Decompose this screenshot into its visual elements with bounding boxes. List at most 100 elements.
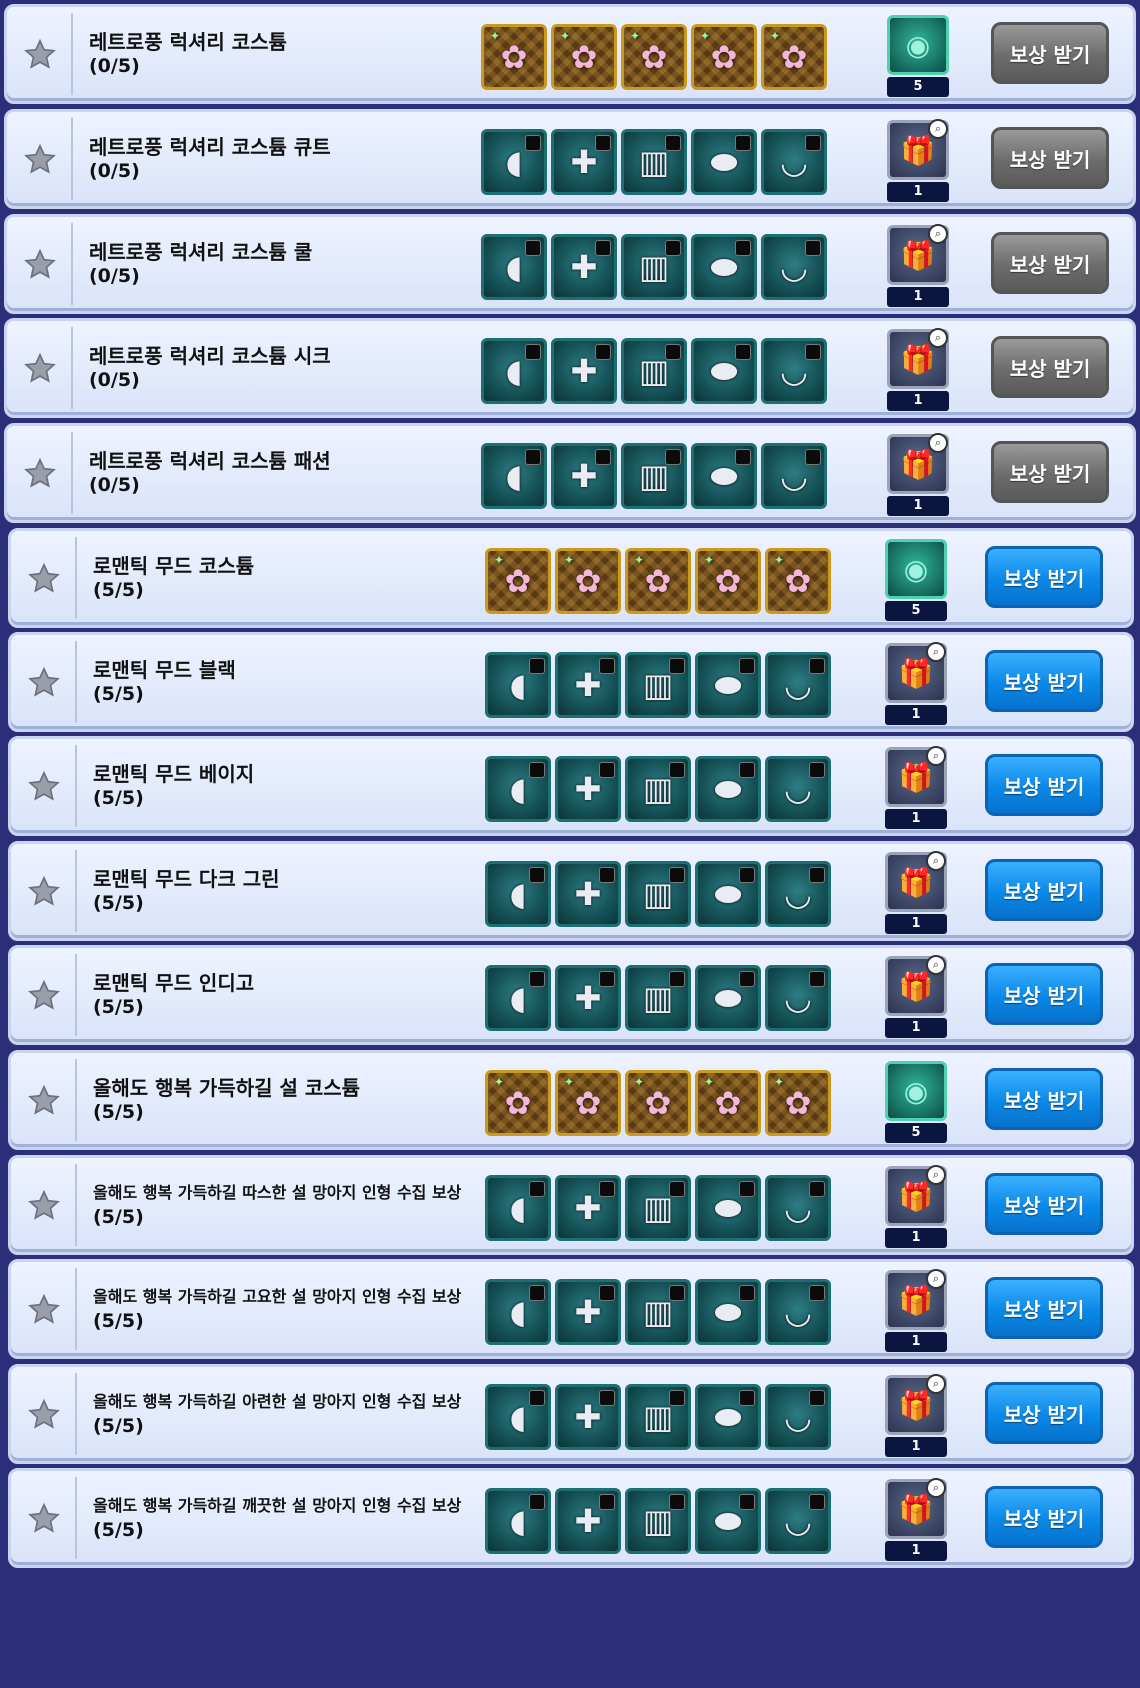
reward-item-icon[interactable]: 🎁 ⌕ bbox=[885, 1478, 947, 1539]
magnifier-icon[interactable]: ⌕ bbox=[926, 1269, 946, 1289]
collection-item-slot[interactable]: ✿ ✦ bbox=[765, 1070, 831, 1136]
magnifier-icon[interactable]: ⌕ bbox=[928, 119, 948, 139]
collection-item-slot[interactable]: ✿ ✦ bbox=[765, 548, 831, 614]
collection-item-slot[interactable]: ✿ ✦ bbox=[691, 24, 757, 90]
collection-item-slot[interactable]: ▥ bbox=[621, 443, 687, 509]
collection-item-slot[interactable]: ✚ bbox=[555, 1384, 621, 1450]
collection-item-slot[interactable]: ✿ ✦ bbox=[485, 548, 551, 614]
claim-reward-button[interactable]: 보상 받기 bbox=[991, 232, 1109, 294]
collection-item-slot[interactable]: ✿ ✦ bbox=[695, 1070, 761, 1136]
collection-item-slot[interactable]: ◡ bbox=[765, 1279, 831, 1345]
collection-item-slot[interactable]: ◡ bbox=[765, 1488, 831, 1554]
collection-item-slot[interactable]: ✚ bbox=[555, 965, 621, 1031]
favorite-toggle[interactable] bbox=[11, 1164, 77, 1246]
collection-item-slot[interactable]: ◖ bbox=[485, 652, 551, 718]
collection-item-slot[interactable]: ✿ ✦ bbox=[485, 1070, 551, 1136]
collection-item-slot[interactable]: ◡ bbox=[765, 652, 831, 718]
favorite-toggle[interactable] bbox=[11, 537, 77, 619]
collection-item-slot[interactable]: ◡ bbox=[765, 1175, 831, 1241]
collection-item-slot[interactable]: ⬬ bbox=[691, 338, 757, 404]
collection-item-slot[interactable]: ✿ ✦ bbox=[621, 24, 687, 90]
collection-item-slot[interactable]: ◡ bbox=[761, 129, 827, 195]
collection-item-slot[interactable]: ✚ bbox=[555, 756, 621, 822]
claim-reward-button[interactable]: 보상 받기 bbox=[985, 754, 1103, 816]
reward-item-icon[interactable]: 🎁 ⌕ bbox=[887, 119, 949, 180]
favorite-toggle[interactable] bbox=[11, 1373, 77, 1455]
collection-item-slot[interactable]: ▥ bbox=[625, 1488, 691, 1554]
collection-item-slot[interactable]: ◡ bbox=[765, 965, 831, 1031]
reward-item-icon[interactable]: 🎁 ⌕ bbox=[885, 1269, 947, 1330]
collection-item-slot[interactable]: ▥ bbox=[625, 652, 691, 718]
collection-item-slot[interactable]: ✚ bbox=[555, 1279, 621, 1345]
collection-item-slot[interactable]: ▥ bbox=[621, 129, 687, 195]
claim-reward-button[interactable]: 보상 받기 bbox=[985, 1277, 1103, 1339]
collection-item-slot[interactable]: ◖ bbox=[485, 861, 551, 927]
collection-item-slot[interactable]: ◡ bbox=[761, 443, 827, 509]
collection-item-slot[interactable]: ⬬ bbox=[695, 1488, 761, 1554]
collection-item-slot[interactable]: ✚ bbox=[555, 652, 621, 718]
magnifier-icon[interactable]: ⌕ bbox=[926, 851, 946, 871]
collection-item-slot[interactable]: ▥ bbox=[621, 338, 687, 404]
magnifier-icon[interactable]: ⌕ bbox=[926, 642, 946, 662]
collection-item-slot[interactable]: ✚ bbox=[551, 443, 617, 509]
favorite-toggle[interactable] bbox=[11, 1477, 77, 1559]
favorite-toggle[interactable] bbox=[7, 13, 73, 95]
collection-item-slot[interactable]: ✚ bbox=[551, 129, 617, 195]
collection-item-slot[interactable]: ◖ bbox=[481, 443, 547, 509]
collection-item-slot[interactable]: ✿ ✦ bbox=[761, 24, 827, 90]
collection-item-slot[interactable]: ▥ bbox=[625, 1279, 691, 1345]
collection-item-slot[interactable]: ⬬ bbox=[695, 1384, 761, 1450]
claim-reward-button[interactable]: 보상 받기 bbox=[985, 963, 1103, 1025]
claim-reward-button[interactable]: 보상 받기 bbox=[991, 127, 1109, 189]
collection-item-slot[interactable]: ◖ bbox=[481, 129, 547, 195]
claim-reward-button[interactable]: 보상 받기 bbox=[985, 1068, 1103, 1130]
collection-item-slot[interactable]: ◡ bbox=[761, 234, 827, 300]
collection-item-slot[interactable]: ⬬ bbox=[695, 1279, 761, 1345]
magnifier-icon[interactable]: ⌕ bbox=[926, 1478, 946, 1498]
magnifier-icon[interactable]: ⌕ bbox=[928, 328, 948, 348]
favorite-toggle[interactable] bbox=[11, 1268, 77, 1350]
collection-item-slot[interactable]: ▥ bbox=[625, 965, 691, 1031]
collection-item-slot[interactable]: ✿ ✦ bbox=[625, 1070, 691, 1136]
magnifier-icon[interactable]: ⌕ bbox=[926, 1165, 946, 1185]
collection-item-slot[interactable]: ◖ bbox=[485, 1279, 551, 1345]
collection-item-slot[interactable]: ✿ ✦ bbox=[555, 1070, 621, 1136]
claim-reward-button[interactable]: 보상 받기 bbox=[991, 336, 1109, 398]
collection-item-slot[interactable]: ◡ bbox=[761, 338, 827, 404]
magnifier-icon[interactable]: ⌕ bbox=[928, 224, 948, 244]
collection-item-slot[interactable]: ⬬ bbox=[695, 756, 761, 822]
reward-item-icon[interactable]: ◉ bbox=[885, 539, 947, 599]
collection-item-slot[interactable]: ✿ ✦ bbox=[551, 24, 617, 90]
favorite-toggle[interactable] bbox=[11, 641, 77, 723]
claim-reward-button[interactable]: 보상 받기 bbox=[985, 1382, 1103, 1444]
reward-item-icon[interactable]: 🎁 ⌕ bbox=[885, 642, 947, 703]
collection-item-slot[interactable]: ✿ ✦ bbox=[555, 548, 621, 614]
reward-item-icon[interactable]: 🎁 ⌕ bbox=[887, 328, 949, 389]
favorite-toggle[interactable] bbox=[7, 223, 73, 305]
favorite-toggle[interactable] bbox=[7, 327, 73, 409]
collection-item-slot[interactable]: ✿ ✦ bbox=[481, 24, 547, 90]
reward-item-icon[interactable]: 🎁 ⌕ bbox=[885, 746, 947, 807]
reward-item-icon[interactable]: ◉ bbox=[887, 15, 949, 75]
magnifier-icon[interactable]: ⌕ bbox=[928, 433, 948, 453]
collection-item-slot[interactable]: ✚ bbox=[551, 234, 617, 300]
collection-item-slot[interactable]: ◖ bbox=[485, 1175, 551, 1241]
claim-reward-button[interactable]: 보상 받기 bbox=[985, 1173, 1103, 1235]
collection-item-slot[interactable]: ✚ bbox=[555, 1488, 621, 1554]
collection-item-slot[interactable]: ▥ bbox=[621, 234, 687, 300]
favorite-toggle[interactable] bbox=[11, 1059, 77, 1141]
reward-item-icon[interactable]: 🎁 ⌕ bbox=[885, 1165, 947, 1226]
collection-item-slot[interactable]: ◖ bbox=[485, 1384, 551, 1450]
collection-item-slot[interactable]: ◡ bbox=[765, 861, 831, 927]
claim-reward-button[interactable]: 보상 받기 bbox=[991, 22, 1109, 84]
claim-reward-button[interactable]: 보상 받기 bbox=[985, 859, 1103, 921]
favorite-toggle[interactable] bbox=[7, 118, 73, 200]
magnifier-icon[interactable]: ⌕ bbox=[926, 746, 946, 766]
collection-item-slot[interactable]: ⬬ bbox=[695, 965, 761, 1031]
collection-item-slot[interactable]: ⬬ bbox=[691, 234, 757, 300]
claim-reward-button[interactable]: 보상 받기 bbox=[985, 650, 1103, 712]
magnifier-icon[interactable]: ⌕ bbox=[926, 955, 946, 975]
collection-item-slot[interactable]: ⬬ bbox=[691, 443, 757, 509]
collection-item-slot[interactable]: ◖ bbox=[481, 234, 547, 300]
collection-item-slot[interactable]: ◖ bbox=[485, 756, 551, 822]
